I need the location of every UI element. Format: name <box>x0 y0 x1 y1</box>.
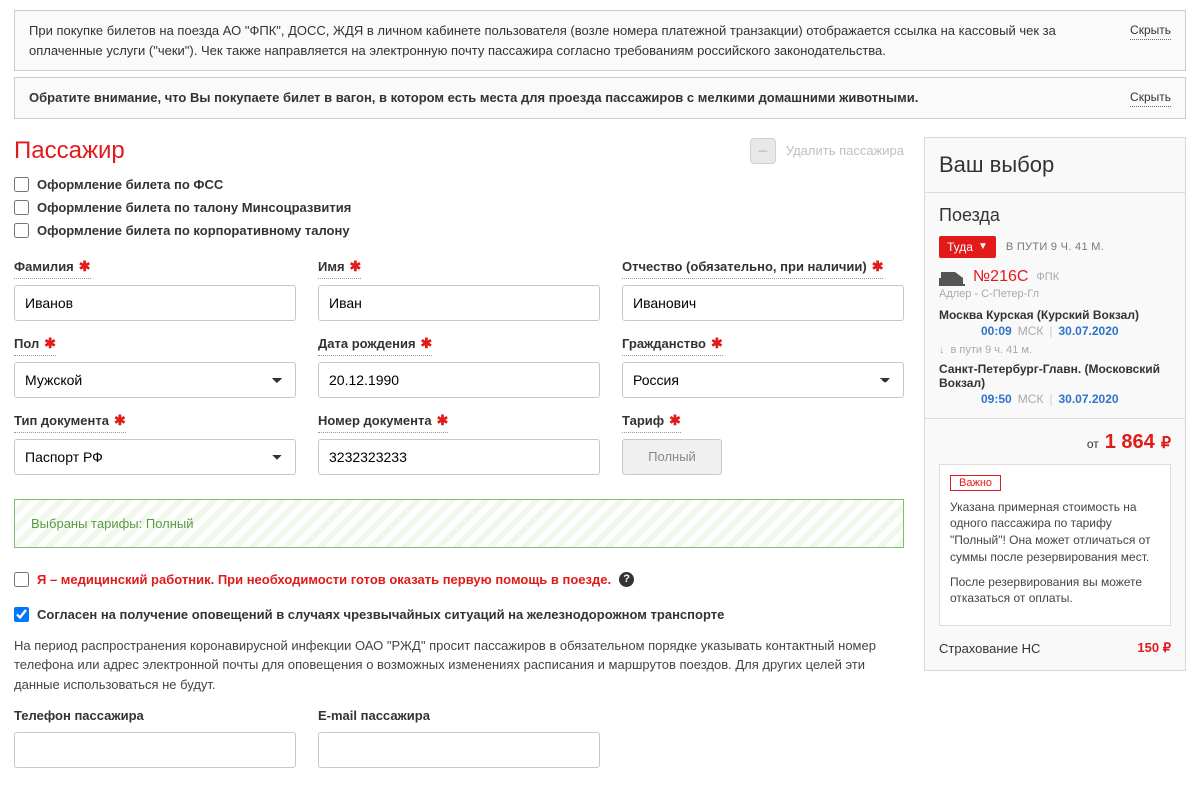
to-tz: МСК <box>1018 392 1044 406</box>
important-label: Важно <box>950 475 1001 491</box>
docnum-label: Номер документа✱ <box>318 412 448 433</box>
route: Адлер - С-Петер-Гл <box>939 288 1171 300</box>
firstname-label: Имя✱ <box>318 258 361 279</box>
lastname-input[interactable] <box>14 285 296 321</box>
notice-text: Обратите внимание, что Вы покупаете биле… <box>29 88 918 108</box>
medical-worker-checkbox[interactable] <box>14 572 29 587</box>
checkbox-corp[interactable] <box>14 223 29 238</box>
important-box: Важно Указана примерная стоимость на одн… <box>939 464 1171 627</box>
direction-badge[interactable]: Туда ▼ <box>939 236 996 258</box>
middlename-input[interactable] <box>622 285 904 321</box>
doctype-select[interactable]: Паспорт РФ <box>14 439 296 475</box>
price-amount: 1 864 <box>1105 431 1155 454</box>
divider <box>925 418 1185 419</box>
price-currency: ₽ <box>1161 433 1171 453</box>
middlename-label: Отчество (обязательно, при наличии)✱ <box>622 258 883 279</box>
tariff-button: Полный <box>622 439 722 475</box>
tariff-selected-bar: Выбраны тарифы: Полный <box>14 499 904 548</box>
agree-row[interactable]: Согласен на получение оповещений в случа… <box>14 607 904 622</box>
from-station: Москва Курская (Курский Вокзал) <box>939 308 1171 322</box>
arrow-down-icon: ↓ <box>939 344 945 356</box>
delete-passenger: − Удалить пассажира <box>750 138 904 164</box>
notice-pets: Обратите внимание, что Вы покупаете биле… <box>14 77 1186 119</box>
checkbox-fss-label: Оформление билета по ФСС <box>37 177 223 192</box>
sidebar-section: Поезда <box>939 205 1171 226</box>
from-date: 30.07.2020 <box>1058 324 1118 338</box>
lastname-label: Фамилия✱ <box>14 258 91 279</box>
hide-notice-1[interactable]: Скрыть <box>1130 21 1171 40</box>
notice-text: При покупке билетов на поезда АО "ФПК", … <box>29 21 1114 60</box>
phone-input[interactable] <box>14 732 296 768</box>
notice-receipt: При покупке билетов на поезда АО "ФПК", … <box>14 10 1186 71</box>
covid-info: На период распространения коронавирусной… <box>14 636 904 695</box>
delete-passenger-label: Удалить пассажира <box>786 143 904 158</box>
gender-label: Пол✱ <box>14 335 56 356</box>
insurance-price: 150 ₽ <box>1137 640 1171 656</box>
passenger-title: Пассажир <box>14 137 125 165</box>
checkbox-minsoc-label: Оформление билета по талону Минсоцразвит… <box>37 200 351 215</box>
doctype-label: Тип документа✱ <box>14 412 126 433</box>
your-choice-sidebar: Ваш выбор Поезда Туда ▼ В ПУТИ 9 Ч. 41 М… <box>924 137 1186 672</box>
citizenship-select[interactable]: Россия <box>622 362 904 398</box>
docnum-input[interactable] <box>318 439 600 475</box>
carrier: ФПК <box>1036 271 1059 283</box>
citizenship-label: Гражданство✱ <box>622 335 723 356</box>
email-label: E-mail пассажира <box>318 708 430 726</box>
medical-worker-row[interactable]: Я – медицинский работник. При необходимо… <box>14 572 904 587</box>
to-station: Санкт-Петербург-Главн. (Московский Вокза… <box>939 362 1171 390</box>
dob-label: Дата рождения✱ <box>318 335 432 356</box>
agree-checkbox[interactable] <box>14 607 29 622</box>
minus-icon: − <box>750 138 776 164</box>
important-text-2: После резервирования вы можете отказатьс… <box>950 574 1160 608</box>
phone-label: Телефон пассажира <box>14 708 144 726</box>
gender-select[interactable]: Мужской <box>14 362 296 398</box>
dob-input[interactable] <box>318 362 600 398</box>
email-input[interactable] <box>318 732 600 768</box>
price-from: от <box>1087 437 1099 451</box>
sidebar-title: Ваш выбор <box>939 152 1171 178</box>
tariff-label: Тариф✱ <box>622 412 681 433</box>
medical-worker-label: Я – медицинский работник. При необходимо… <box>37 572 611 587</box>
to-date: 30.07.2020 <box>1058 392 1118 406</box>
important-text-1: Указана примерная стоимость на одного па… <box>950 499 1160 566</box>
train-icon <box>939 268 965 286</box>
help-icon[interactable]: ? <box>619 572 634 587</box>
hide-notice-2[interactable]: Скрыть <box>1130 88 1171 107</box>
from-time: 00:09 <box>981 324 1012 338</box>
checkbox-fss-row[interactable]: Оформление билета по ФСС <box>14 177 904 192</box>
insurance-label: Страхование НС <box>939 641 1040 656</box>
duration-label: В ПУТИ 9 Ч. 41 М. <box>1006 241 1104 253</box>
train-number: №216С <box>973 268 1028 286</box>
from-tz: МСК <box>1018 324 1044 338</box>
checkbox-corp-row[interactable]: Оформление билета по корпоративному тало… <box>14 223 904 238</box>
checkbox-minsoc[interactable] <box>14 200 29 215</box>
checkbox-corp-label: Оформление билета по корпоративному тало… <box>37 223 350 238</box>
agree-label: Согласен на получение оповещений в случа… <box>37 607 724 622</box>
divider <box>925 192 1185 193</box>
to-time: 09:50 <box>981 392 1012 406</box>
transit-duration: в пути 9 ч. 41 м. <box>951 344 1033 356</box>
checkbox-fss[interactable] <box>14 177 29 192</box>
chevron-down-icon: ▼ <box>978 241 988 252</box>
firstname-input[interactable] <box>318 285 600 321</box>
checkbox-minsoc-row[interactable]: Оформление билета по талону Минсоцразвит… <box>14 200 904 215</box>
